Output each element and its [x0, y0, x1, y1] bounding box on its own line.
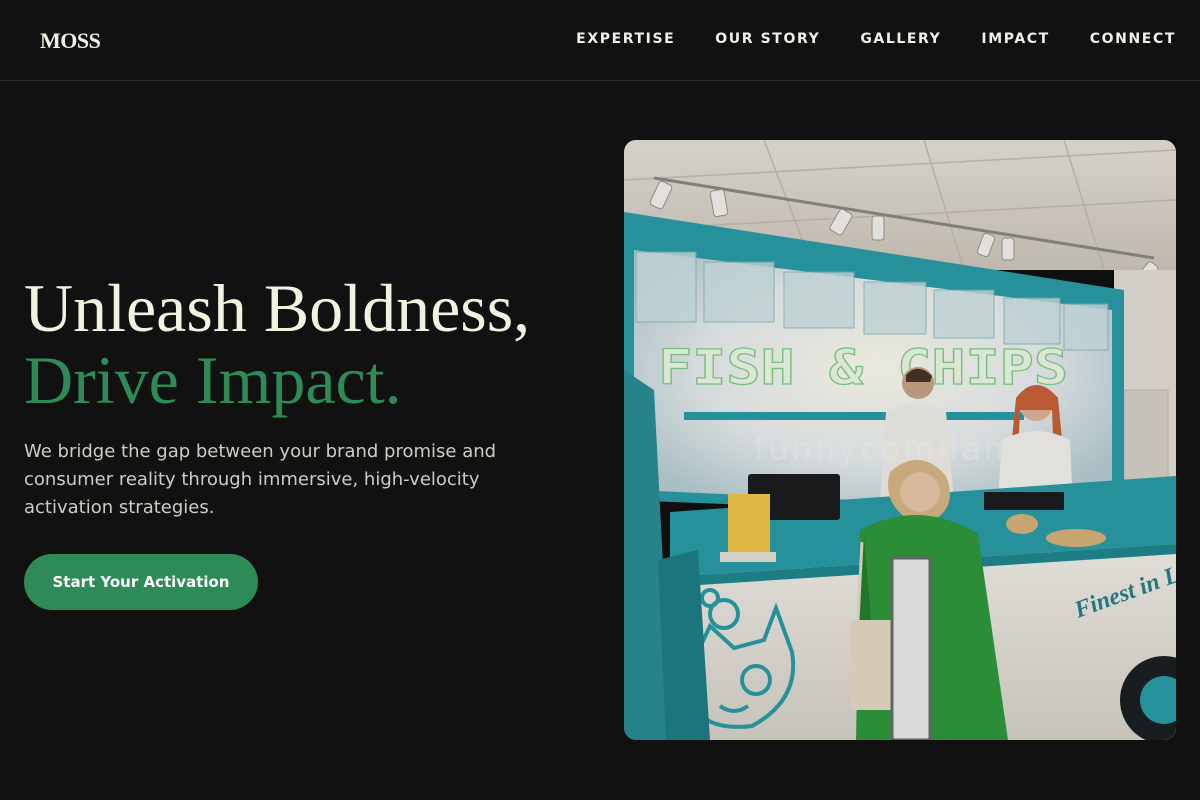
hero-title-line1: Unleash Boldness,: [24, 270, 531, 346]
nav-our-story[interactable]: OUR STORY: [715, 31, 820, 47]
site-header: MOSS EXPERTISE OUR STORY GALLERY IMPACT …: [0, 0, 1200, 81]
nav-connect[interactable]: CONNECT: [1090, 31, 1176, 47]
hero-title-line2: Drive Impact.: [24, 342, 402, 418]
main-nav: EXPERTISE OUR STORY GALLERY IMPACT CONNE…: [576, 31, 1176, 47]
hero-description: We bridge the gap between your brand pro…: [24, 441, 497, 518]
fish-and-chips-stall-photo: FISH & CHIPS Finest in London funnycomil…: [624, 140, 1176, 740]
hero-image: FISH & CHIPS Finest in London funnycomil…: [624, 140, 1176, 740]
logo[interactable]: MOSS: [40, 28, 101, 54]
hero-title: Unleash Boldness, Drive Impact.: [24, 272, 530, 416]
nav-gallery[interactable]: GALLERY: [860, 31, 941, 47]
start-activation-button[interactable]: Start Your Activation: [24, 554, 258, 610]
nav-impact[interactable]: IMPACT: [981, 31, 1049, 47]
nav-expertise[interactable]: EXPERTISE: [576, 31, 675, 47]
